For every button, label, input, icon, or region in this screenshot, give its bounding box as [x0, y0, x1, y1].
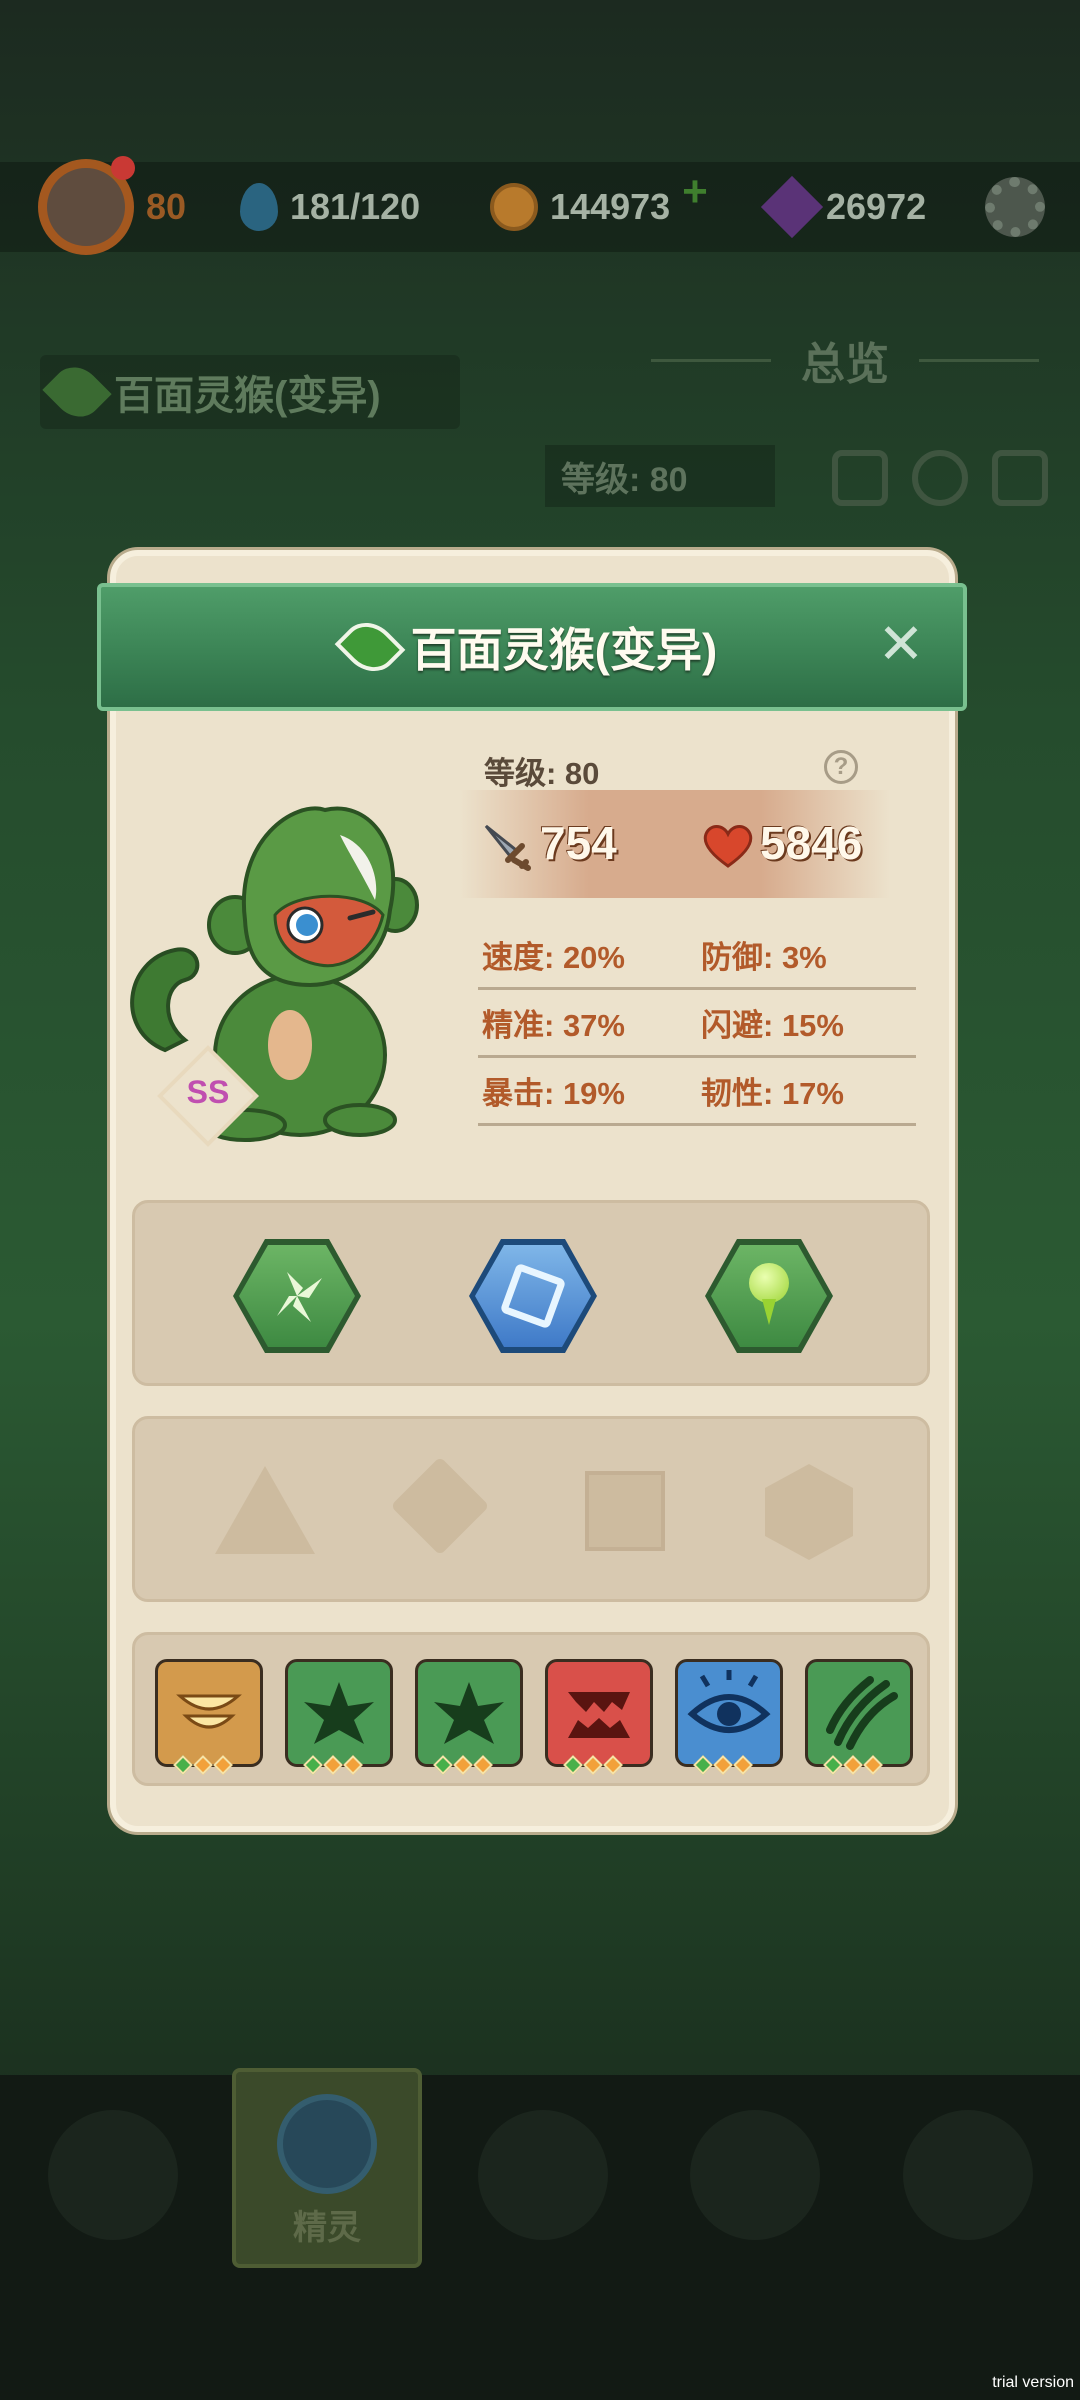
water-drop-icon: [240, 183, 278, 231]
golden-bowl-icon: [176, 1694, 242, 1729]
rank-badge-text: SS: [186, 1074, 230, 1110]
nav-mountain-icon[interactable]: [478, 2110, 608, 2240]
settings-button[interactable]: [985, 162, 1045, 252]
eye-icon: [687, 1670, 771, 1733]
thorn-burst-icon: [304, 1682, 374, 1744]
coin-icon: [490, 183, 538, 231]
skill-thorn-burst[interactable]: [285, 1659, 393, 1775]
background-pet-name: 百面灵猴(变异): [40, 355, 460, 429]
background-pet-name-text: 百面灵猴(变异): [114, 374, 381, 418]
nav-device-icon[interactable]: [48, 2110, 178, 2240]
traits-panel: [132, 1200, 930, 1386]
overview-title: 总览: [801, 340, 889, 389]
gem-slots-panel: [132, 1416, 930, 1602]
nav-spirits-tab[interactable]: 精灵: [232, 2068, 422, 2268]
accuracy-stat: 精准: 37%: [482, 1008, 625, 1043]
pet-level: 等级: 80: [484, 756, 600, 791]
background-level: 等级: 80: [545, 445, 775, 507]
record-icon[interactable]: [912, 450, 968, 506]
close-button[interactable]: ✕: [877, 617, 925, 673]
leaf-icon: [334, 611, 406, 683]
diamond-slot[interactable]: [390, 1456, 490, 1556]
skill-eye[interactable]: [675, 1659, 783, 1775]
nav-map-pin-icon[interactable]: [903, 2110, 1033, 2240]
hp-value: 5846: [760, 817, 863, 869]
square-slot[interactable]: [585, 1471, 665, 1551]
player-avatar[interactable]: [38, 156, 135, 255]
skill-claw-slash[interactable]: [805, 1659, 913, 1775]
hexagon-slot[interactable]: [765, 1464, 853, 1560]
whirlwind-icon[interactable]: [233, 1239, 361, 1353]
gem-icon: [760, 175, 824, 239]
monkey-belly: [268, 1010, 312, 1080]
divider: [651, 358, 771, 362]
divider: [919, 358, 1039, 362]
monkey-foot: [323, 1103, 397, 1137]
skill-golden-bowl[interactable]: [155, 1659, 263, 1775]
coin-value: 144973: [550, 186, 671, 227]
player-avatar-group[interactable]: 80: [38, 156, 187, 255]
energy-counter: 181/120: [240, 162, 420, 252]
stat-row: 精准: 37% 闪避: 15%: [478, 990, 916, 1058]
nav-spirits-label: 精灵: [293, 2209, 361, 2247]
spiral-icon: [277, 2094, 377, 2194]
overview-header: 总览: [640, 330, 1050, 390]
thorn-burst-icon: [434, 1682, 504, 1744]
triangle-slot[interactable]: [215, 1466, 315, 1554]
fang-bite-icon: [568, 1692, 630, 1738]
sword-icon: [484, 824, 531, 871]
play-icon[interactable]: [832, 450, 888, 506]
skills-panel: [132, 1632, 930, 1786]
leaf-drop-icon[interactable]: [705, 1239, 833, 1353]
gear-icon: [985, 177, 1045, 237]
help-button[interactable]: ?: [824, 750, 858, 784]
evasion-stat: 闪避: 15%: [701, 1008, 844, 1043]
monkey-tail: [130, 947, 200, 1053]
lock-icon[interactable]: [992, 450, 1048, 506]
player-level: 80: [146, 186, 187, 227]
monkey-pupil: [296, 914, 318, 936]
attack-value: 754: [540, 817, 617, 869]
modal-header: 百面灵猴(变异) ✕: [97, 583, 967, 711]
heart-icon: [703, 825, 753, 868]
resource-bar: 80 181/120 144973 + 26972: [0, 156, 1080, 255]
gem-value: 26972: [826, 186, 927, 227]
skill-thorn-burst[interactable]: [415, 1659, 523, 1775]
stat-row: 速度: 20% 防御: 3%: [478, 922, 916, 990]
crit-stat: 暴击: 19%: [482, 1076, 625, 1111]
energy-value: 181/120: [290, 186, 421, 227]
watermark: trial version: [992, 2374, 1074, 2391]
coin-counter: 144973 +: [490, 162, 708, 252]
skill-fang-bite[interactable]: [545, 1659, 653, 1775]
modal-title: 百面灵猴(变异): [410, 624, 718, 676]
add-coins-button[interactable]: +: [682, 167, 708, 217]
leaf-icon: [42, 357, 112, 427]
defense-stat: 防御: 3%: [701, 940, 827, 975]
gem-counter: 26972: [760, 162, 927, 252]
claw-slash-icon: [826, 1676, 898, 1750]
speed-stat: 速度: 20%: [482, 940, 625, 975]
frost-crystal-icon[interactable]: [469, 1239, 597, 1353]
nav-chest-icon[interactable]: [690, 2110, 820, 2240]
toughness-stat: 韧性: 17%: [701, 1076, 844, 1111]
stat-row: 暴击: 19% 韧性: 17%: [478, 1058, 916, 1126]
